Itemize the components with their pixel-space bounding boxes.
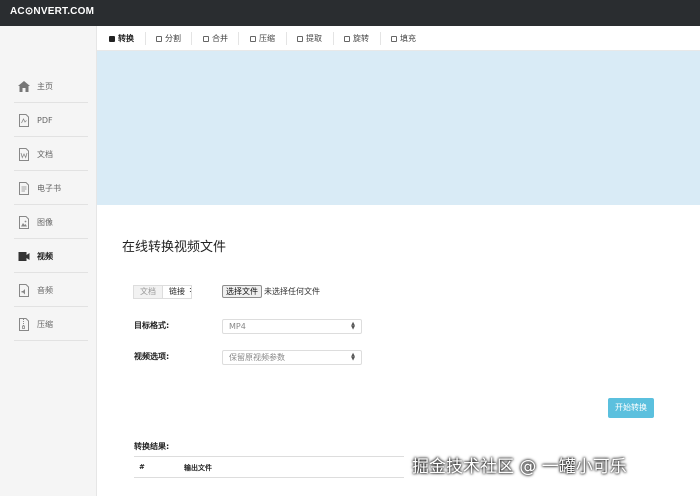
sidebar-item-image[interactable]: 图像 — [14, 206, 88, 239]
pdf-file-icon — [18, 113, 30, 127]
top-bar: AC⊙NVERT.COM — [0, 0, 700, 26]
target-format-value: MP4 — [229, 322, 246, 331]
sidebar-item-label: 文档 — [37, 149, 53, 159]
tab-extract[interactable]: 提取 — [297, 26, 322, 51]
select-arrows-icon: ▲ ▼ — [351, 352, 355, 362]
source-link-tab[interactable]: 链接 — [162, 286, 191, 298]
results-label: 转换结果: — [134, 442, 170, 451]
tab-divider — [145, 32, 146, 45]
sidebar-item-ebook[interactable]: 电子书 — [14, 172, 88, 205]
checkbox-icon — [297, 35, 303, 42]
file-status-text: 未选择任何文件 — [264, 287, 320, 296]
checkbox-icon — [203, 35, 209, 42]
sidebar-item-label: 主页 — [37, 81, 53, 91]
sidebar-item-label: 压缩 — [37, 319, 53, 329]
target-format-select[interactable]: MP4 ▲ ▼ — [222, 319, 362, 334]
video-icon — [18, 250, 30, 263]
checkbox-icon — [156, 35, 162, 42]
ebook-icon — [18, 181, 30, 195]
sidebar-item-label: 视频 — [37, 251, 53, 261]
tab-divider — [191, 32, 192, 45]
home-icon — [18, 80, 30, 93]
site-logo[interactable]: AC⊙NVERT.COM — [10, 6, 94, 17]
select-arrows-icon: ▲ ▼ — [351, 321, 355, 331]
tab-label: 压缩 — [259, 34, 275, 43]
tab-fill[interactable]: 填充 — [391, 26, 416, 51]
sidebar-item-document[interactable]: 文档 — [14, 138, 88, 171]
sidebar-item-video[interactable]: 视频 — [14, 240, 88, 273]
checkbox-icon — [391, 35, 397, 42]
source-colon: : — [189, 285, 192, 294]
choose-file-button[interactable]: 选择文件 — [222, 285, 262, 298]
tab-merge[interactable]: 合并 — [203, 26, 228, 51]
sidebar-item-pdf[interactable]: PDF — [14, 104, 88, 137]
sidebar-item-label: PDF — [37, 115, 53, 125]
sidebar-item-label: 音频 — [37, 285, 53, 295]
video-options-value: 保留原视频参数 — [229, 353, 285, 362]
sidebar-item-home[interactable]: 主页 — [14, 70, 88, 103]
tab-divider — [333, 32, 334, 45]
audio-file-icon — [18, 283, 30, 297]
source-file-tab[interactable]: 文档 — [134, 286, 162, 298]
tab-convert[interactable]: 转换 — [109, 26, 134, 51]
start-convert-button[interactable]: 开始转换 — [608, 398, 654, 418]
tab-split[interactable]: 分割 — [156, 26, 181, 51]
column-output-file: 输出文件 — [184, 464, 212, 472]
tab-label: 旋转 — [353, 34, 369, 43]
tab-label: 填充 — [400, 34, 416, 43]
checkbox-icon — [109, 35, 115, 42]
checkbox-icon — [250, 35, 256, 42]
sidebar-item-label: 图像 — [37, 217, 53, 227]
tab-label: 转换 — [118, 34, 134, 43]
tab-rotate[interactable]: 旋转 — [344, 26, 369, 51]
tab-divider — [238, 32, 239, 45]
column-index: # — [139, 463, 145, 471]
checkbox-icon — [344, 35, 350, 42]
sidebar-item-archive[interactable]: 压缩 — [14, 308, 88, 341]
sidebar: 主页 PDF 文档 电子书 图像 视频 音频 压缩 — [0, 26, 97, 496]
page-title: 在线转换视频文件 — [122, 240, 227, 255]
tab-label: 分割 — [165, 34, 181, 43]
sidebar-item-label: 电子书 — [37, 183, 61, 193]
source-toggle: 文档 链接 — [133, 285, 192, 299]
tab-divider — [380, 32, 381, 45]
results-table-header: # 输出文件 — [134, 456, 404, 478]
tab-divider — [286, 32, 287, 45]
banner-area — [97, 51, 700, 205]
tool-tabs: 转换 分割 合并 压缩 提取 旋转 填充 — [97, 26, 700, 51]
video-options-select[interactable]: 保留原视频参数 ▲ ▼ — [222, 350, 362, 365]
archive-icon — [18, 317, 30, 331]
video-options-label: 视频选项: — [134, 352, 170, 361]
tab-label: 提取 — [306, 34, 322, 43]
image-icon — [18, 215, 30, 229]
sidebar-item-audio[interactable]: 音频 — [14, 274, 88, 307]
watermark: 掘金技术社区 @ 一罐小可乐 — [412, 457, 627, 477]
word-file-icon — [18, 147, 30, 161]
tab-label: 合并 — [212, 34, 228, 43]
target-format-label: 目标格式: — [134, 321, 170, 330]
tab-compress[interactable]: 压缩 — [250, 26, 275, 51]
